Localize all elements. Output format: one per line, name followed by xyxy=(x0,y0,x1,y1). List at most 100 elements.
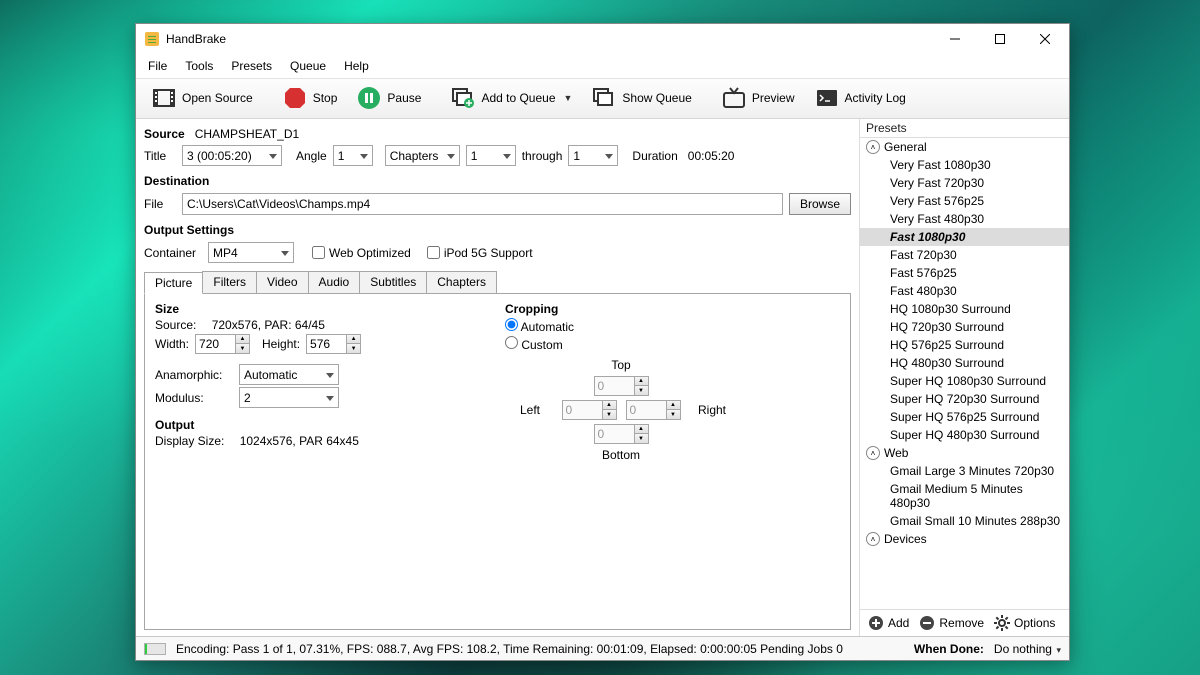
width-label: Width: xyxy=(155,337,189,351)
crop-top-stepper: ▲▼ xyxy=(594,376,649,396)
width-stepper[interactable]: ▲▼ xyxy=(195,334,250,354)
film-icon xyxy=(152,86,176,110)
menu-help[interactable]: Help xyxy=(336,56,377,76)
window-close-button[interactable] xyxy=(1022,24,1067,54)
preset-item[interactable]: Super HQ 576p25 Surround xyxy=(860,408,1069,426)
preset-item[interactable]: Gmail Medium 5 Minutes 480p30 xyxy=(860,480,1069,512)
status-text: Encoding: Pass 1 of 1, 07.31%, FPS: 088.… xyxy=(176,642,904,656)
preset-item[interactable]: Very Fast 720p30 xyxy=(860,174,1069,192)
terminal-icon xyxy=(815,86,839,110)
preset-group[interactable]: ˄General xyxy=(860,138,1069,156)
preset-item[interactable]: HQ 576p25 Surround xyxy=(860,336,1069,354)
menu-tools[interactable]: Tools xyxy=(177,56,221,76)
preset-options-button[interactable]: Options xyxy=(994,615,1055,631)
preset-item[interactable]: Super HQ 720p30 Surround xyxy=(860,390,1069,408)
through-label: through xyxy=(522,149,563,163)
pause-label: Pause xyxy=(387,91,421,105)
preset-item[interactable]: Gmail Small 10 Minutes 288p30 xyxy=(860,512,1069,530)
chevron-down-icon[interactable]: ▼ xyxy=(564,93,573,103)
menu-queue[interactable]: Queue xyxy=(282,56,334,76)
chevron-up-icon: ˄ xyxy=(866,532,880,546)
preset-item[interactable]: Super HQ 1080p30 Surround xyxy=(860,372,1069,390)
height-label: Height: xyxy=(262,337,300,351)
chapter-to-select[interactable]: 1 xyxy=(568,145,618,166)
toolbar: Open Source Stop Pause Add to Queue ▼ Sh… xyxy=(136,78,1069,119)
modulus-select[interactable]: 2 xyxy=(239,387,339,408)
preset-item[interactable]: Gmail Large 3 Minutes 720p30 xyxy=(860,462,1069,480)
stop-label: Stop xyxy=(313,91,338,105)
chapter-mode-select[interactable]: Chapters xyxy=(385,145,460,166)
tab-video[interactable]: Video xyxy=(256,271,308,293)
preset-group[interactable]: ˄Devices xyxy=(860,530,1069,548)
menu-presets[interactable]: Presets xyxy=(223,56,280,76)
source-name: CHAMPSHEAT_D1 xyxy=(195,127,299,141)
tab-audio[interactable]: Audio xyxy=(308,271,361,293)
crop-automatic-radio[interactable]: Automatic xyxy=(505,318,574,334)
app-window: HandBrake File Tools Presets Queue Help … xyxy=(135,23,1070,661)
open-source-label: Open Source xyxy=(182,91,253,105)
picture-tab-body: Size Source: 720x576, PAR: 64/45 Width: … xyxy=(144,294,851,630)
preset-item[interactable]: Very Fast 480p30 xyxy=(860,210,1069,228)
tab-chapters[interactable]: Chapters xyxy=(426,271,497,293)
web-optimized-checkbox[interactable]: Web Optimized xyxy=(312,246,411,260)
browse-button[interactable]: Browse xyxy=(789,193,851,215)
presets-tree[interactable]: ˄GeneralVery Fast 1080p30Very Fast 720p3… xyxy=(860,137,1069,609)
preset-group[interactable]: ˄Web xyxy=(860,444,1069,462)
window-maximize-button[interactable] xyxy=(977,24,1022,54)
preset-item[interactable]: Fast 480p30 xyxy=(860,282,1069,300)
ipod-support-checkbox[interactable]: iPod 5G Support xyxy=(427,246,533,260)
tab-subtitles[interactable]: Subtitles xyxy=(359,271,427,293)
menubar: File Tools Presets Queue Help xyxy=(136,54,1069,78)
height-stepper[interactable]: ▲▼ xyxy=(306,334,361,354)
menu-file[interactable]: File xyxy=(140,56,175,76)
presets-header: Presets xyxy=(860,119,1069,137)
plus-icon xyxy=(868,615,884,631)
destination-section: Destination xyxy=(144,174,851,188)
titlebar: HandBrake xyxy=(136,24,1069,54)
window-minimize-button[interactable] xyxy=(932,24,977,54)
anamorphic-select[interactable]: Automatic xyxy=(239,364,339,385)
title-label: Title xyxy=(144,149,176,163)
preset-item[interactable]: Very Fast 1080p30 xyxy=(860,156,1069,174)
picture-source-label: Source: xyxy=(155,318,196,332)
angle-select[interactable]: 1 xyxy=(333,145,373,166)
add-to-queue-button[interactable]: Add to Queue ▼ xyxy=(443,83,580,113)
destination-file-input[interactable] xyxy=(182,193,783,215)
show-queue-icon xyxy=(592,86,616,110)
crop-custom-radio[interactable]: Custom xyxy=(505,336,563,352)
preset-item[interactable]: HQ 480p30 Surround xyxy=(860,354,1069,372)
title-select[interactable]: 3 (00:05:20) xyxy=(182,145,282,166)
gear-icon xyxy=(994,615,1010,631)
preset-add-button[interactable]: Add xyxy=(868,615,909,631)
tab-picture[interactable]: Picture xyxy=(144,272,203,294)
container-select[interactable]: MP4 xyxy=(208,242,294,263)
show-queue-button[interactable]: Show Queue xyxy=(584,83,699,113)
minus-icon xyxy=(919,615,935,631)
preset-item[interactable]: Fast 1080p30 xyxy=(860,228,1069,246)
size-heading: Size xyxy=(155,302,465,316)
angle-label: Angle xyxy=(296,149,327,163)
chevron-up-icon: ˄ xyxy=(866,446,880,460)
modulus-label: Modulus: xyxy=(155,391,233,405)
activity-log-button[interactable]: Activity Log xyxy=(807,83,914,113)
pause-button[interactable]: Pause xyxy=(349,83,429,113)
stop-button[interactable]: Stop xyxy=(275,83,346,113)
tab-filters[interactable]: Filters xyxy=(202,271,257,293)
duration-label: Duration xyxy=(632,149,677,163)
crop-left-stepper: ▲▼ xyxy=(562,400,617,420)
display-size-value: 1024x576, PAR 64x45 xyxy=(240,434,359,448)
preset-item[interactable]: HQ 1080p30 Surround xyxy=(860,300,1069,318)
preset-item[interactable]: Very Fast 576p25 xyxy=(860,192,1069,210)
open-source-button[interactable]: Open Source xyxy=(144,83,261,113)
chevron-down-icon: ▾ xyxy=(1054,645,1061,655)
preset-remove-button[interactable]: Remove xyxy=(919,615,984,631)
preset-item[interactable]: HQ 720p30 Surround xyxy=(860,318,1069,336)
preset-item[interactable]: Super HQ 480p30 Surround xyxy=(860,426,1069,444)
when-done-select[interactable]: Do nothing ▾ xyxy=(994,642,1061,656)
cropping-heading: Cropping xyxy=(505,302,840,316)
preset-item[interactable]: Fast 576p25 xyxy=(860,264,1069,282)
crop-bottom-label: Bottom xyxy=(602,448,640,462)
preset-item[interactable]: Fast 720p30 xyxy=(860,246,1069,264)
chapter-from-select[interactable]: 1 xyxy=(466,145,516,166)
preview-button[interactable]: Preview xyxy=(714,83,803,113)
